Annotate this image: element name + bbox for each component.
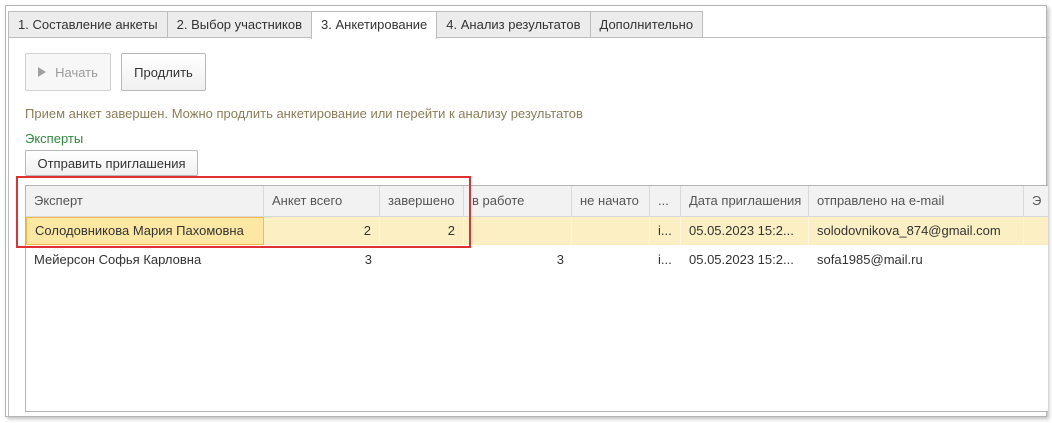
col-header-email[interactable]: отправлено на e-mail <box>809 186 1024 216</box>
tab-survey[interactable]: 3. Анкетирование <box>311 11 438 39</box>
cell-not-started[interactable] <box>572 217 650 245</box>
cell-in-progress[interactable]: 3 <box>464 246 572 274</box>
start-button-label: Начать <box>55 64 98 80</box>
cell-email[interactable]: sofa1985@mail.ru <box>809 246 1024 274</box>
send-invitations-button[interactable]: Отправить приглашения <box>25 150 198 176</box>
cell-not-started[interactable] <box>572 246 650 274</box>
cell-more[interactable]: i... <box>650 246 681 274</box>
start-button[interactable]: Начать <box>25 53 111 91</box>
extend-button[interactable]: Продлить <box>121 53 206 91</box>
play-icon <box>38 67 47 77</box>
status-message: Прием анкет завершен. Можно продлить анк… <box>25 106 583 121</box>
send-invitations-label: Отправить приглашения <box>37 155 186 171</box>
col-header-invite-date[interactable]: Дата приглашения <box>681 186 809 216</box>
table-row[interactable]: Солодовникова Мария Пахомовна 2 2 i... 0… <box>26 217 1048 245</box>
experts-label: Эксперты <box>25 131 84 146</box>
cell-expert[interactable]: Солодовникова Мария Пахомовна <box>26 217 264 245</box>
cell-total[interactable]: 2 <box>264 217 380 245</box>
tab-participants[interactable]: 2. Выбор участников <box>166 11 313 37</box>
col-header-total[interactable]: Анкет всего <box>264 186 380 216</box>
col-header-more[interactable]: ... <box>650 186 681 216</box>
cell-invite-date[interactable]: 05.05.2023 15:2... <box>681 246 809 274</box>
col-header-in-progress[interactable]: в работе <box>464 186 572 216</box>
cell-completed[interactable]: 2 <box>380 217 464 245</box>
cell-in-progress[interactable] <box>464 217 572 245</box>
tab-questionnaire[interactable]: 1. Составление анкеты <box>8 11 168 37</box>
cell-total[interactable]: 3 <box>264 246 380 274</box>
col-header-completed[interactable]: завершено <box>380 186 464 216</box>
extend-button-label: Продлить <box>134 64 193 80</box>
col-header-expert[interactable]: Эксперт <box>26 186 264 216</box>
cell-extra[interactable] <box>1024 217 1048 245</box>
cell-email[interactable]: solodovnikova_874@gmail.com <box>809 217 1024 245</box>
tab-analysis[interactable]: 4. Анализ результатов <box>436 11 591 37</box>
tab-additional[interactable]: Дополнительно <box>589 11 704 37</box>
cell-invite-date[interactable]: 05.05.2023 15:2... <box>681 217 809 245</box>
col-header-extra[interactable]: Э <box>1024 186 1048 216</box>
cell-extra[interactable] <box>1024 246 1048 274</box>
experts-table[interactable]: Эксперт Анкет всего завершено в работе н… <box>25 185 1048 412</box>
table-row[interactable]: Мейерсон Софья Карловна 3 3 i... 05.05.2… <box>26 246 1048 274</box>
col-header-not-started[interactable]: не начато <box>572 186 650 216</box>
cell-completed[interactable] <box>380 246 464 274</box>
tab-bar: 1. Составление анкеты 2. Выбор участнико… <box>8 11 704 39</box>
cell-more[interactable]: i... <box>650 217 681 245</box>
table-header: Эксперт Анкет всего завершено в работе н… <box>26 186 1048 217</box>
cell-expert[interactable]: Мейерсон Софья Карловна <box>26 246 264 274</box>
